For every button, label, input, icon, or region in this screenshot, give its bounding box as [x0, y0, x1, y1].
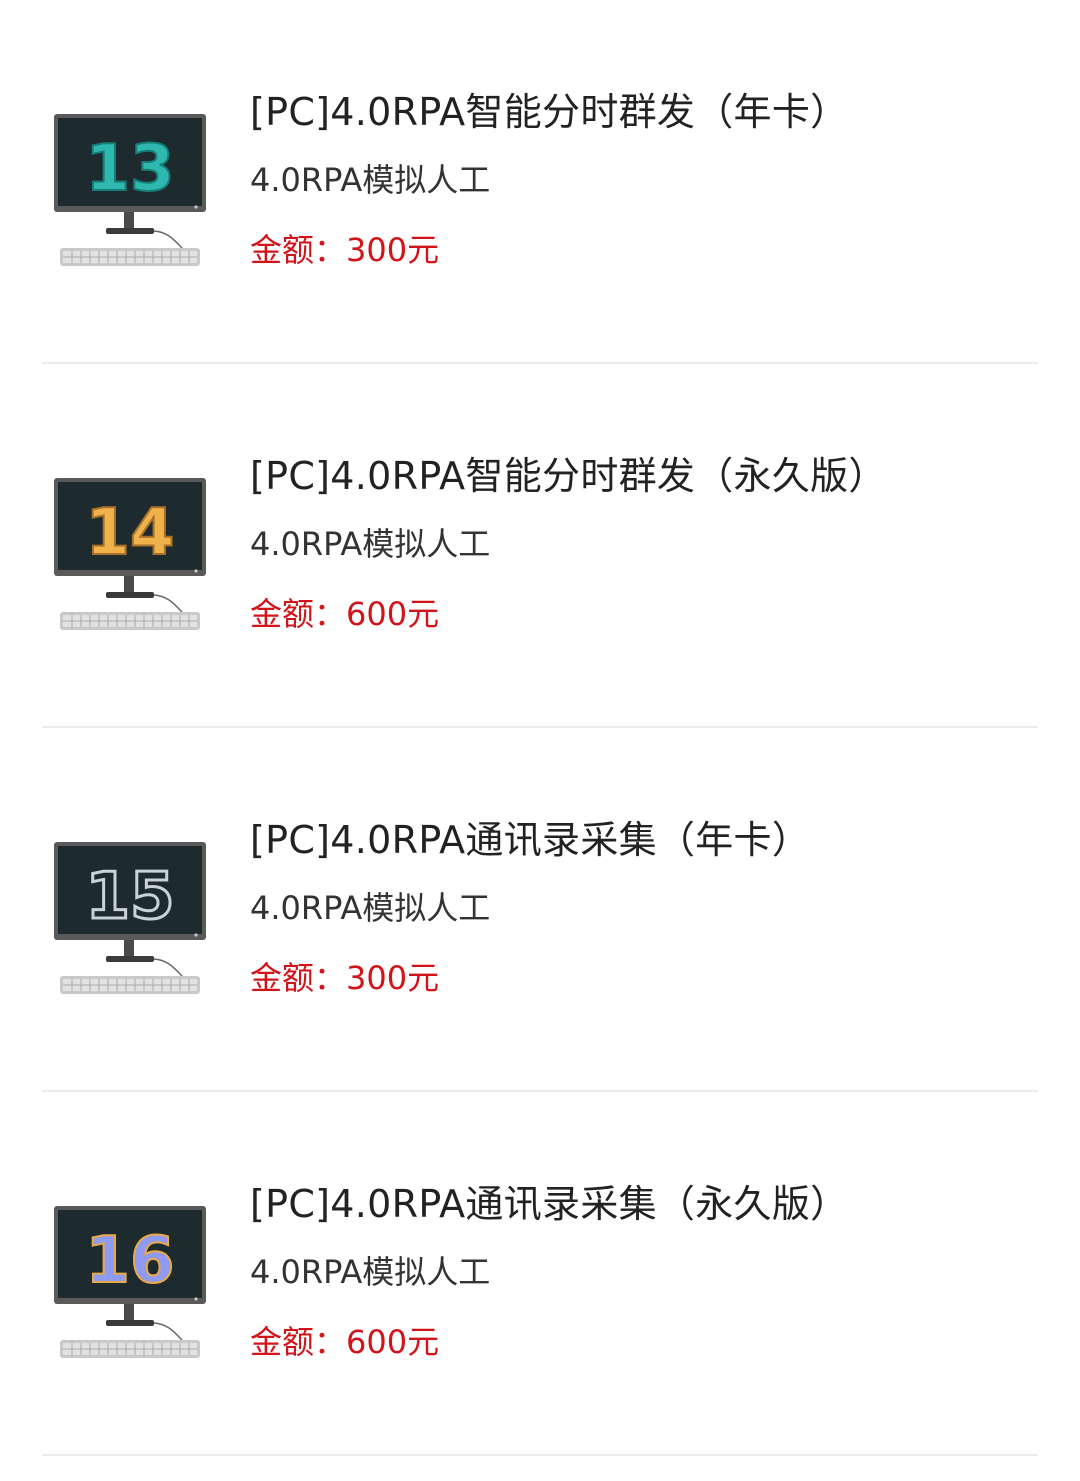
keyboard-icon [60, 248, 200, 266]
product-price: 金额：300元 [250, 231, 440, 269]
product-list-item[interactable]: 14 [PC]4.0RPA智能分时群发（永久版） 4.0RPA模拟人工 金额：6… [0, 364, 1080, 728]
badge-number: 16 [85, 1224, 174, 1298]
product-subtitle: 4.0RPA模拟人工 [250, 161, 491, 199]
badge-number: 15 [85, 860, 174, 934]
keyboard-icon [60, 976, 200, 994]
badge-number: 14 [85, 496, 174, 570]
product-title: [PC]4.0RPA通讯录采集（年卡） [250, 818, 811, 862]
product-subtitle: 4.0RPA模拟人工 [250, 525, 491, 563]
keyboard-icon [60, 1340, 200, 1358]
product-subtitle: 4.0RPA模拟人工 [250, 1253, 491, 1291]
product-price: 金额：600元 [250, 1323, 440, 1361]
computer-monitor-icon: 15 [50, 836, 210, 1001]
computer-monitor-icon: 16 [50, 1200, 210, 1365]
computer-monitor-icon: 13 [50, 108, 210, 273]
product-list-item[interactable]: 15 [PC]4.0RPA通讯录采集（年卡） 4.0RPA模拟人工 金额：300… [0, 728, 1080, 1092]
computer-monitor-icon: 14 [50, 472, 210, 637]
product-title: [PC]4.0RPA通讯录采集（永久版） [250, 1182, 849, 1226]
product-price: 金额：600元 [250, 595, 440, 633]
divider [42, 1454, 1038, 1456]
badge-number: 13 [85, 132, 174, 206]
keyboard-icon [60, 612, 200, 630]
product-list-item[interactable]: 16 [PC]4.0RPA通讯录采集（永久版） 4.0RPA模拟人工 金额：60… [0, 1092, 1080, 1456]
product-subtitle: 4.0RPA模拟人工 [250, 889, 491, 927]
product-list-item[interactable]: 13 [PC]4.0RPA智能分时群发（年卡） 4.0RPA模拟人工 金额：30… [0, 0, 1080, 364]
product-title: [PC]4.0RPA智能分时群发（永久版） [250, 454, 887, 498]
product-title: [PC]4.0RPA智能分时群发（年卡） [250, 90, 849, 134]
product-price: 金额：300元 [250, 959, 440, 997]
